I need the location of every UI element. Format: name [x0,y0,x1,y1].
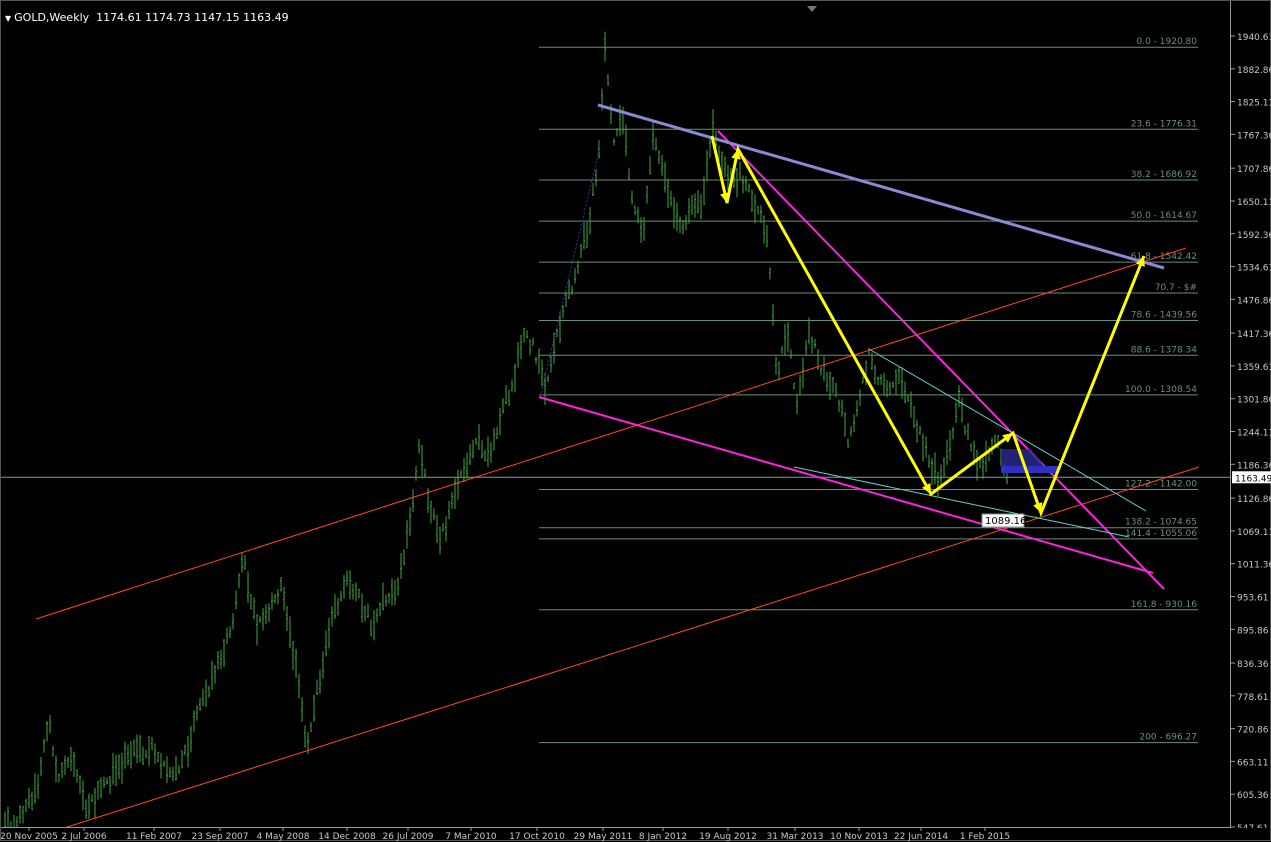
fib-level-label: 161.8 - 930.16 [1131,600,1197,610]
ohlc-close: 1163.49 [243,11,289,24]
fib-level-label: 50.0 - 1614.67 [1131,211,1197,221]
zigzag-indicator-line [540,150,600,394]
target-zone-rect [1001,466,1059,473]
wedge-lower-line [538,396,1154,574]
price-tick-label: 1359.61 [1237,363,1271,373]
price-tick-label: 605.36 [1237,791,1269,801]
price-tick-label: 1301.86 [1237,396,1271,406]
price-bars [4,31,1008,827]
price-tick-label: 1417.36 [1237,330,1271,340]
fib-level-label: 78.6 - 1439.56 [1131,311,1197,321]
chart-canvas[interactable]: 0.0 - 1920.80 23.6 - 1776.31 38.2 - 1686.9… [1,1,1230,827]
fib-level-label: 100.0 - 1308.54 [1125,385,1197,395]
price-tick-label: 895.86 [1237,626,1269,636]
price-tick-label: 1825.11 [1237,99,1271,109]
projection-arrowhead-icon [1033,502,1043,513]
price-tick-label: 1650.11 [1237,198,1271,208]
price-tick-label: 1476.86 [1237,296,1271,306]
price-axis[interactable]: 1940.61 1882.86 1825.11 1767.36 1707.86 1650.… [1231,1,1271,828]
chart-window[interactable]: 0.0 - 1920.80 23.6 - 1776.31 38.2 - 1686.9… [0,0,1271,842]
fib-level-label: 70.7 - $# [1155,283,1197,293]
current-price-label: 1163.49 [1235,474,1271,484]
price-tick-label: 1592.36 [1237,231,1271,241]
ohlc-high: 1174.73 [145,11,191,24]
fib-level-label: 23.6 - 1776.31 [1131,119,1197,129]
fib-level-label: 200 - 696.27 [1139,733,1197,743]
price-tick-label: 778.61 [1237,693,1269,703]
price-tick-label: 1011.36 [1237,561,1271,571]
price-tick-label: 1707.86 [1237,165,1271,175]
wedge-upper-line [717,130,1165,590]
price-tick-label: 1940.61 [1237,33,1271,43]
price-tick-label: 1767.36 [1237,131,1271,141]
collapse-handle-icon[interactable] [807,6,817,12]
channel-lower-line [65,466,1200,827]
time-axis[interactable]: 20 Nov 2005 2 Jul 2006 11 Feb 2007 23 Sep 2… [1,828,1231,842]
price-tick-label: 836.36 [1237,660,1269,670]
fib-level-label: 138.2 - 1074.65 [1125,518,1197,528]
price-tick-label: 1882.86 [1237,66,1271,76]
fib-level-label: 127.2 - 1142.00 [1125,479,1197,489]
price-tick-label: 1186.36 [1237,461,1271,471]
symbol-name: GOLD,Weekly [14,11,90,24]
price-tick-label: 1244.11 [1237,429,1271,439]
price-tick-label: 547.61 [1237,824,1269,828]
fib-level-label: 38.2 - 1686.92 [1131,170,1197,180]
ohlc-open: 1174.61 [96,11,142,24]
triangle-upper-line [868,348,1147,512]
plot-area[interactable]: 0.0 - 1920.80 23.6 - 1776.31 38.2 - 1686.9… [1,1,1231,828]
price-tick-label: 1126.86 [1237,495,1271,505]
dropdown-triangle-icon[interactable]: ▼ [5,14,11,23]
ohlc-low: 1147.15 [194,11,240,24]
fib-level-label: 0.0 - 1920.80 [1137,37,1198,47]
fib-level-label: 88.6 - 1378.34 [1131,345,1197,355]
price-tick-label: 1534.61 [1237,264,1271,274]
price-label-text: 1089.16 [985,516,1026,527]
fib-level-label: 141.4 - 1055.06 [1125,529,1197,539]
symbol-header: ▼ GOLD,Weekly 1174.61 1174.73 1147.15 116… [5,11,289,24]
price-tick-label: 953.61 [1237,593,1269,603]
price-tick-label: 1069.11 [1237,528,1271,538]
price-tick-label: 663.11 [1237,758,1269,768]
price-tick-label: 720.86 [1237,726,1269,736]
